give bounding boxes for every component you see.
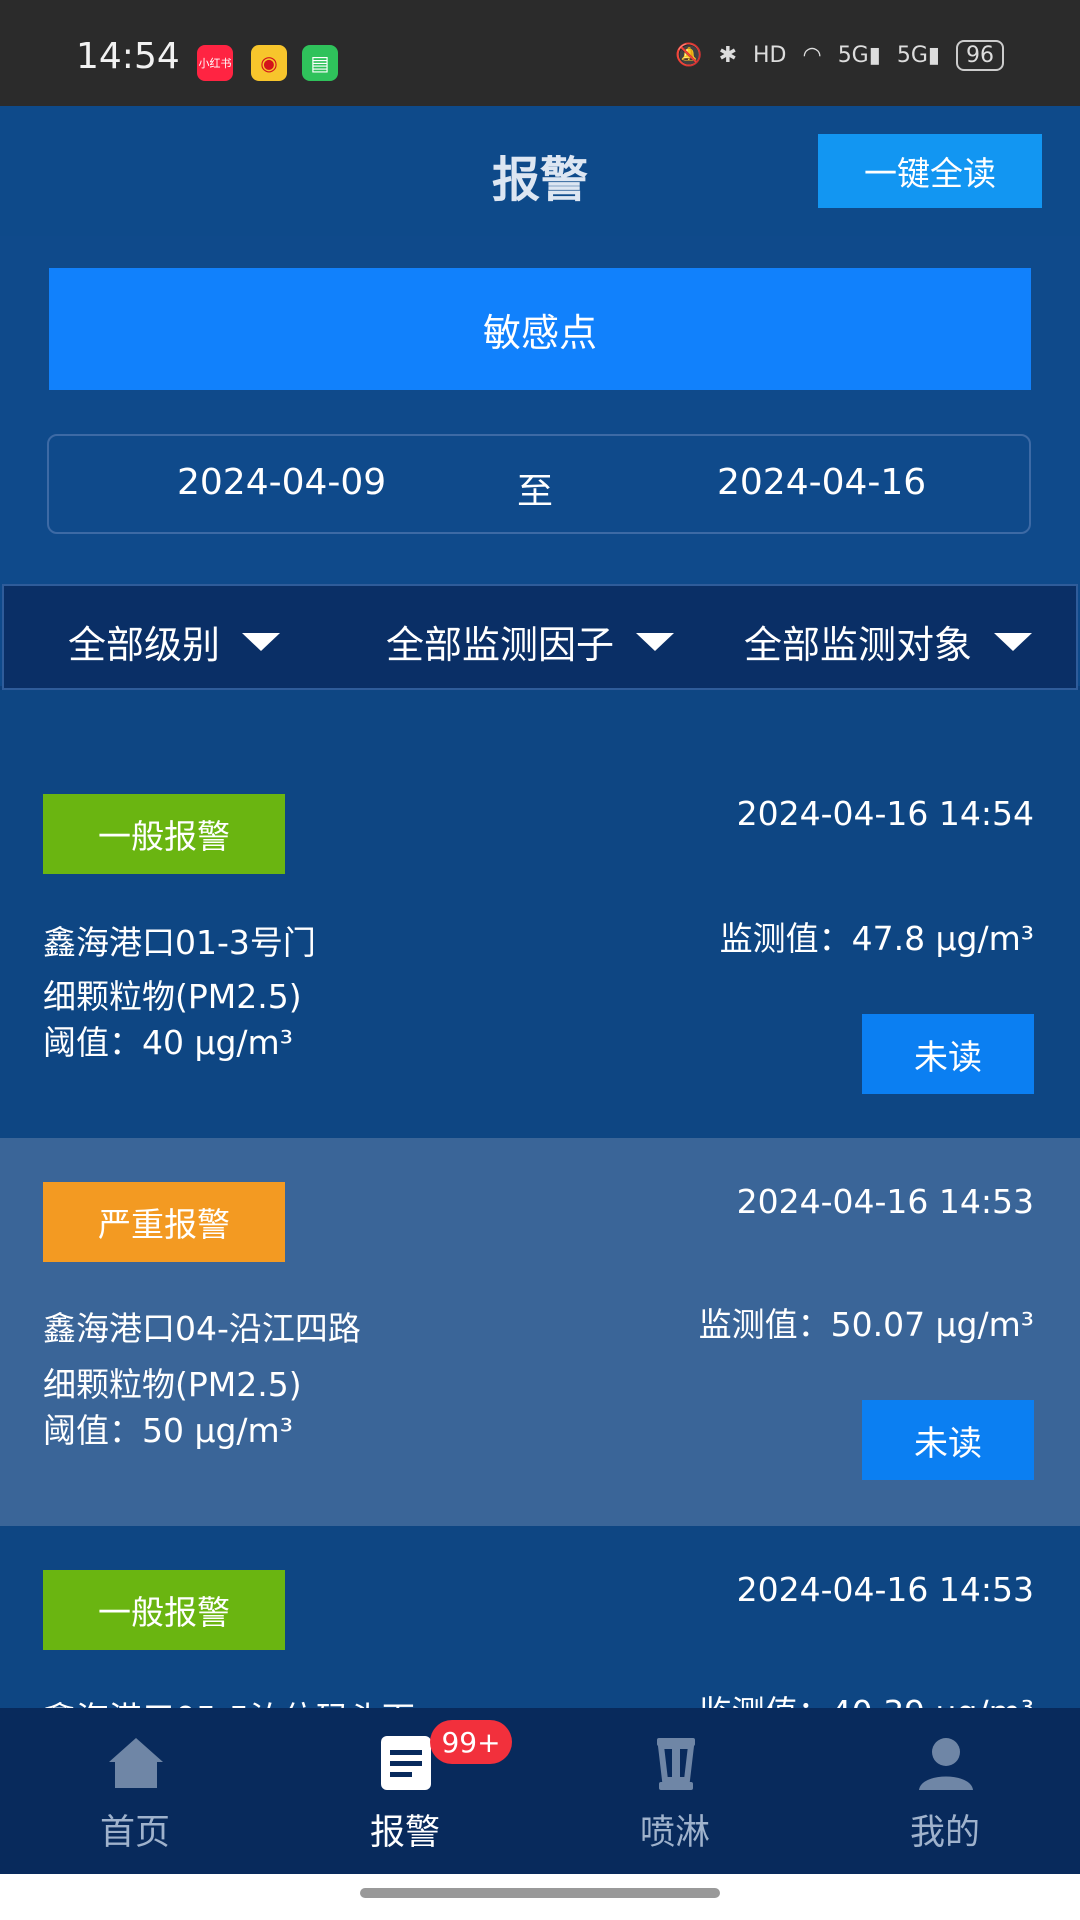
alarm-location: 鑫海港口04-沿江四路 <box>43 1309 361 1348</box>
alarm-level-badge: 一般报警 <box>43 1570 285 1650</box>
bottom-tab-bar: 首页 99+ 报警 喷淋 我的 <box>0 1708 1080 1874</box>
alarm-time: 2024-04-16 14:53 <box>736 1182 1034 1221</box>
alert-card[interactable]: 一般报警 2024-04-16 14:53 鑫海港口05-5泊位码头面 监测值：… <box>0 1526 1080 1708</box>
level-filter-dropdown[interactable]: 全部级别 <box>68 614 281 669</box>
wifi-icon: ◠ <box>802 43 822 68</box>
home-icon <box>109 1738 163 1788</box>
tab-profile[interactable]: 我的 <box>810 1708 1080 1874</box>
bluetooth-icon: ✱ <box>718 43 737 68</box>
xiaohongshu-app-icon: 小红书 <box>197 45 233 81</box>
home-indicator[interactable] <box>360 1888 720 1898</box>
alarm-level-badge: 严重报警 <box>43 1182 285 1262</box>
alarm-value: 监测值：50.07 μg/m³ <box>698 1305 1034 1344</box>
alarm-location: 鑫海港口01-3号门 <box>43 923 316 962</box>
tab-home[interactable]: 首页 <box>0 1708 270 1874</box>
level-filter-label: 全部级别 <box>68 623 221 667</box>
unread-status-button[interactable]: 未读 <box>862 1400 1034 1480</box>
app-header: 报警 一键全读 <box>0 106 1080 236</box>
tab-alarm-label: 报警 <box>369 1813 440 1853</box>
system-home-bar <box>0 1874 1080 1920</box>
alarm-threshold: 阈值：40 μg/m³ <box>43 1023 293 1062</box>
end-date[interactable]: 2024-04-16 <box>717 462 926 503</box>
alarm-location: 鑫海港口05-5泊位码头面 <box>43 1692 415 1708</box>
alarm-time: 2024-04-16 14:53 <box>736 1570 1034 1609</box>
alarm-list-icon <box>381 1736 431 1790</box>
factor-filter-label: 全部监测因子 <box>386 623 615 667</box>
tab-home-label: 首页 <box>99 1813 170 1853</box>
tab-profile-label: 我的 <box>909 1813 980 1853</box>
sensitive-point-button[interactable]: 敏感点 <box>49 268 1031 390</box>
status-bar: 14:54 小红书 ◉ ▤ 🔕 ✱ HD ◠ 5G▮ 5G▮ 96 <box>0 0 1080 106</box>
battery-icon: 96 <box>956 40 1004 71</box>
alert-list: 一般报警 2024-04-16 14:54 鑫海港口01-3号门 监测值：47.… <box>0 690 1080 1708</box>
status-time: 14:54 <box>76 36 180 77</box>
tab-sprinkler[interactable]: 喷淋 <box>540 1708 810 1874</box>
date-range-picker: 2024-04-09 至 2024-04-16 <box>47 434 1031 534</box>
weibo-app-icon: ◉ <box>251 45 287 81</box>
alarm-threshold: 阈值：50 μg/m³ <box>43 1411 293 1450</box>
alarm-level-badge: 一般报警 <box>43 794 285 874</box>
alert-card[interactable]: 严重报警 2024-04-16 14:53 鑫海港口04-沿江四路 监测值：50… <box>0 1138 1080 1526</box>
alarm-value: 监测值：47.8 μg/m³ <box>719 919 1034 958</box>
filter-bar: 全部级别 全部监测因子 全部监测对象 <box>2 584 1078 690</box>
date-separator: 至 <box>517 471 554 512</box>
sprinkler-icon <box>657 1738 695 1790</box>
signal-icon-1: 5G▮ <box>837 43 881 68</box>
alert-card[interactable]: 一般报警 2024-04-16 14:54 鑫海港口01-3号门 监测值：47.… <box>0 690 1080 1094</box>
object-filter-dropdown[interactable]: 全部监测对象 <box>744 614 1033 669</box>
object-filter-label: 全部监测对象 <box>744 623 973 667</box>
alarm-time: 2024-04-16 14:54 <box>736 794 1034 833</box>
chevron-down-icon <box>994 632 1033 651</box>
chevron-down-icon <box>636 632 675 651</box>
messages-app-icon: ▤ <box>302 45 338 81</box>
factor-filter-dropdown[interactable]: 全部监测因子 <box>386 614 675 669</box>
chevron-down-icon <box>242 632 281 651</box>
alarm-factor: 细颗粒物(PM2.5) <box>43 1365 302 1404</box>
status-indicators: 🔕 ✱ HD ◠ 5G▮ 5G▮ 96 <box>675 40 1004 71</box>
read-all-button[interactable]: 一键全读 <box>818 134 1042 208</box>
hd-icon: HD <box>753 43 787 68</box>
tab-sprinkler-label: 喷淋 <box>639 1813 710 1853</box>
signal-icon-2: 5G▮ <box>896 43 940 68</box>
mute-icon: 🔕 <box>675 43 703 68</box>
tab-alarm[interactable]: 99+ 报警 <box>270 1708 540 1874</box>
user-icon <box>919 1738 973 1790</box>
start-date[interactable]: 2024-04-09 <box>177 462 386 503</box>
alarm-count-badge: 99+ <box>430 1720 512 1764</box>
alarm-value: 监测值：40.39 μg/m³ <box>699 1686 1034 1708</box>
unread-status-button[interactable]: 未读 <box>862 1014 1034 1094</box>
alarm-factor: 细颗粒物(PM2.5) <box>43 977 302 1016</box>
